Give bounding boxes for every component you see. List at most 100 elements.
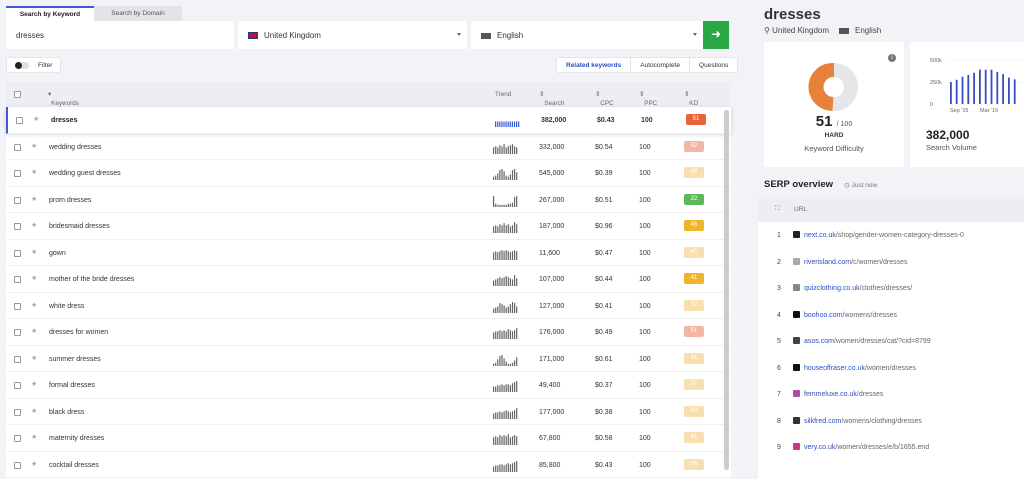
language-select[interactable]: English — [471, 21, 703, 49]
table-row[interactable]: ★ prom dresses 267,000 $0.51 100 22 — [6, 187, 731, 213]
table-row[interactable]: ★ black dress 177,000 $0.38 100 40 — [6, 399, 731, 425]
keyword-cell[interactable]: wedding dresses — [49, 144, 102, 151]
serp-domain[interactable]: next.co.uk — [804, 232, 836, 239]
serp-url[interactable]: next.co.uk/shop/gender-women-category-dr… — [804, 232, 964, 239]
serp-domain[interactable]: riverisland.com — [804, 259, 851, 266]
serp-url[interactable]: femmeluxe.co.uk/dresses — [804, 391, 883, 398]
star-icon[interactable]: ★ — [33, 115, 39, 123]
serp-domain[interactable]: asos.com — [804, 338, 834, 345]
keyword-cell[interactable]: mother of the bride dresses — [49, 276, 134, 283]
serp-url[interactable]: riverisland.com/c/women/dresses — [804, 259, 908, 266]
keyword-cell[interactable]: black dress — [49, 409, 84, 416]
row-checkbox[interactable] — [14, 302, 21, 310]
serp-row[interactable]: 7 femmeluxe.co.uk/dresses — [758, 381, 1024, 408]
tab-related-keywords[interactable]: Related keywords — [557, 58, 632, 72]
star-icon[interactable]: ★ — [31, 274, 37, 282]
keyword-cell[interactable]: summer dresses — [49, 356, 101, 363]
header-keywords[interactable]: ▾ Keywords — [48, 91, 79, 107]
serp-domain[interactable]: femmeluxe.co.uk — [804, 391, 857, 398]
row-checkbox[interactable] — [14, 382, 21, 389]
serp-row[interactable]: 5 asos.com/women/dresses/cat/?cid=8799 — [758, 328, 1024, 355]
star-icon[interactable]: ★ — [31, 168, 37, 176]
serp-url[interactable]: silkfred.com/womens/clothing/dresses — [804, 418, 922, 425]
star-icon[interactable]: ★ — [31, 354, 37, 362]
serp-row[interactable]: 1 next.co.uk/shop/gender-women-category-d… — [758, 222, 1024, 249]
tab-questions[interactable]: Questions — [690, 58, 737, 72]
table-row[interactable]: ★ summer dresses 171,000 $0.61 100 41 — [6, 346, 731, 372]
toggle-switch[interactable] — [15, 62, 29, 69]
keyword-cell[interactable]: prom dresses — [49, 197, 91, 204]
tab-search-by-keyword[interactable]: Search by Keyword — [6, 6, 94, 21]
star-icon[interactable]: ★ — [31, 433, 37, 441]
serp-url[interactable]: quizclothing.co.uk/clothes/dresses/ — [804, 285, 912, 292]
keyword-cell[interactable]: cocktail dresses — [49, 462, 99, 469]
star-icon[interactable]: ★ — [31, 248, 37, 256]
serp-row[interactable]: 3 quizclothing.co.uk/clothes/dresses/ — [758, 275, 1024, 302]
row-checkbox[interactable] — [14, 276, 21, 283]
serp-row[interactable]: 6 houseoffraser.co.uk/women/dresses — [758, 355, 1024, 382]
select-all-checkbox[interactable] — [14, 91, 21, 98]
star-icon[interactable]: ★ — [31, 460, 37, 468]
keyword-cell[interactable]: formal dresses — [49, 382, 95, 389]
row-checkbox[interactable] — [14, 143, 21, 151]
row-checkbox[interactable] — [14, 408, 21, 416]
header-ppc[interactable]: ⇕ PPC — [639, 91, 657, 107]
keyword-cell[interactable]: gown — [49, 250, 66, 257]
serp-row[interactable]: 8 silkfred.com/womens/clothing/dresses — [758, 408, 1024, 435]
keyword-input[interactable]: dresses — [6, 21, 234, 49]
serp-url[interactable]: boohoo.com/womens/dresses — [804, 312, 897, 319]
table-row[interactable]: ★ white dress 127,000 $0.41 100 37 — [6, 293, 731, 319]
serp-url[interactable]: houseoffraser.co.uk/women/dresses — [804, 365, 916, 372]
serp-row[interactable]: 2 riverisland.com/c/women/dresses — [758, 249, 1024, 276]
star-icon[interactable]: ★ — [31, 407, 37, 415]
row-checkbox[interactable] — [14, 461, 21, 469]
tab-autocomplete[interactable]: Autocomplete — [631, 58, 691, 72]
serp-domain[interactable]: houseoffraser.co.uk — [804, 365, 865, 372]
star-icon[interactable]: ★ — [31, 380, 37, 388]
serp-url[interactable]: very.co.uk/women/dresses/e/b/1655.end — [804, 444, 929, 451]
serp-domain[interactable]: boohoo.com — [804, 312, 843, 319]
table-row[interactable]: ★ maternity dresses 67,800 $0.58 100 41 — [6, 425, 731, 452]
scrollbar[interactable] — [724, 110, 729, 470]
row-checkbox[interactable] — [14, 435, 21, 442]
serp-domain[interactable]: very.co.uk — [804, 444, 835, 451]
serp-domain[interactable]: quizclothing.co.uk — [804, 285, 860, 292]
row-checkbox[interactable] — [14, 329, 21, 336]
keyword-cell[interactable]: white dress — [49, 303, 84, 310]
keyword-cell[interactable]: dresses — [51, 117, 77, 124]
serp-domain[interactable]: silkfred.com — [804, 418, 841, 425]
star-icon[interactable]: ★ — [31, 301, 37, 309]
serp-row[interactable]: 4 boohoo.com/womens/dresses — [758, 302, 1024, 329]
tab-search-by-domain[interactable]: Search by Domain — [94, 6, 182, 21]
table-row[interactable]: ★ dresses for women 176,000 $0.49 100 51 — [6, 319, 731, 346]
table-row[interactable]: ★ mother of the bride dresses 107,000 $0.44… — [6, 266, 731, 293]
location-select[interactable]: United Kingdom — [238, 21, 467, 49]
keyword-cell[interactable]: maternity dresses — [49, 435, 104, 442]
row-checkbox[interactable] — [14, 249, 21, 257]
serp-row[interactable]: 9 very.co.uk/women/dresses/e/b/1655.end — [758, 434, 1024, 461]
header-kd[interactable]: ⇕ KD — [684, 91, 698, 107]
table-row[interactable]: ★ wedding guest dresses 545,000 $0.39 100 49 — [6, 160, 731, 187]
row-checkbox[interactable] — [14, 355, 21, 363]
row-checkbox[interactable] — [16, 117, 23, 124]
keyword-cell[interactable]: wedding guest dresses — [49, 170, 121, 177]
table-row[interactable]: ★ bridesmaid dresses 187,000 $0.96 100 46 — [6, 213, 731, 240]
keyword-cell[interactable]: bridesmaid dresses — [49, 223, 110, 230]
table-row[interactable]: ★ gown 11,600 $0.47 100 40 — [6, 240, 731, 266]
header-cpc[interactable]: ⇕ CPC — [595, 91, 614, 107]
expand-icon[interactable]: ⛶ — [775, 205, 780, 213]
search-button[interactable]: ➜ — [703, 21, 729, 49]
keyword-cell[interactable]: dresses for women — [49, 329, 108, 336]
header-search[interactable]: ⇕ Search — [539, 91, 564, 107]
filter-toggle[interactable]: Filter — [6, 57, 61, 73]
row-checkbox[interactable] — [14, 170, 21, 177]
table-row[interactable]: ★ wedding dresses 332,000 $0.54 100 52 — [6, 134, 731, 160]
table-row[interactable]: ★ formal dresses 49,400 $0.37 100 37 — [6, 372, 731, 399]
serp-url[interactable]: asos.com/women/dresses/cat/?cid=8799 — [804, 338, 931, 345]
table-row[interactable]: ★ cocktail dresses 85,800 $0.43 100 36 — [6, 452, 731, 478]
star-icon[interactable]: ★ — [31, 327, 37, 335]
star-icon[interactable]: ★ — [31, 195, 37, 203]
row-checkbox[interactable] — [14, 196, 21, 204]
star-icon[interactable]: ★ — [31, 142, 37, 150]
star-icon[interactable]: ★ — [31, 221, 37, 229]
